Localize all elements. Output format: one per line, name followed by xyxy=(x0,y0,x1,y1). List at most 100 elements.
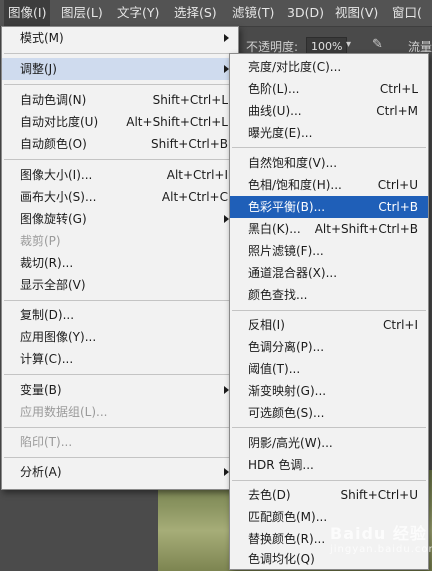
menu-item-label: 匹配颜色(M)... xyxy=(248,510,328,524)
menu-item-gradient-map[interactable]: 渐变映射(G)... xyxy=(230,380,428,402)
menu-item-label: 去色(D) xyxy=(248,488,291,502)
menu-item-label: 照片滤镜(F)... xyxy=(248,244,324,258)
menu-item-exposure[interactable]: 曝光度(E)... xyxy=(230,122,428,144)
menu-item-label: 自动颜色(O) xyxy=(20,137,87,151)
menu-item-label: 可选颜色(S)... xyxy=(248,406,325,420)
menu-item-auto-color[interactable]: 自动颜色(O) Shift+Ctrl+B xyxy=(2,133,238,155)
menu-item-label: 自动色调(N) xyxy=(20,93,87,107)
menu-item-label: 色相/饱和度(H)... xyxy=(248,178,342,192)
menu-item-adjust[interactable]: 调整(J) xyxy=(2,58,238,80)
menu-item-label: 反相(I) xyxy=(248,318,285,332)
divider xyxy=(232,310,426,311)
menu-shortcut: Alt+Ctrl+I xyxy=(166,168,228,182)
divider xyxy=(4,84,236,85)
menu-item-label: 显示全部(V) xyxy=(20,278,86,292)
menu-item-selective-color[interactable]: 可选颜色(S)... xyxy=(230,402,428,424)
menu-item-canvas-size[interactable]: 画布大小(S)... Alt+Ctrl+C xyxy=(2,186,238,208)
menu-item-label: 调整(J) xyxy=(20,62,57,76)
menu-shortcut: Ctrl+M xyxy=(376,104,418,118)
menu-item-trap: 陷印(T)... xyxy=(2,431,238,453)
menu-item-reveal-all[interactable]: 显示全部(V) xyxy=(2,274,238,296)
menu-type[interactable]: 文字(Y) xyxy=(113,0,163,26)
menu-item-label: 渐变映射(G)... xyxy=(248,384,327,398)
menu-item-hdr-toning[interactable]: HDR 色调... xyxy=(230,454,428,476)
menu-item-hue-saturation[interactable]: 色相/饱和度(H)... Ctrl+U xyxy=(230,174,428,196)
menu-3d[interactable]: 3D(D) xyxy=(283,0,328,26)
menu-item-label: 曝光度(E)... xyxy=(248,126,313,140)
divider xyxy=(232,427,426,428)
menu-item-label: 复制(D)... xyxy=(20,308,75,322)
menu-shortcut: Ctrl+B xyxy=(378,200,418,214)
menu-shortcut: Alt+Shift+Ctrl+B xyxy=(314,222,418,236)
menu-item-trim[interactable]: 裁切(R)... xyxy=(2,252,238,274)
menu-shortcut: Alt+Shift+Ctrl+L xyxy=(126,115,228,129)
menu-item-label: 模式(M) xyxy=(20,31,64,45)
menu-item-label: 通道混合器(X)... xyxy=(248,266,338,280)
menu-item-label: 裁切(R)... xyxy=(20,256,74,270)
submenu-arrow-icon xyxy=(224,34,229,42)
menu-window[interactable]: 窗口( xyxy=(388,0,426,26)
menu-item-label: 自动对比度(U) xyxy=(20,115,99,129)
menu-item-label: 颜色查找... xyxy=(248,288,308,302)
chevron-down-icon[interactable]: ▾ xyxy=(346,39,351,50)
menu-item-invert[interactable]: 反相(I) Ctrl+I xyxy=(230,314,428,336)
menu-item-color-balance[interactable]: 色彩平衡(B)... Ctrl+B xyxy=(230,196,428,218)
menu-item-label: 陷印(T)... xyxy=(20,435,73,449)
menu-item-label: HDR 色调... xyxy=(248,458,314,472)
menu-item-label: 变量(B) xyxy=(20,383,62,397)
menu-item-threshold[interactable]: 阈值(T)... xyxy=(230,358,428,380)
menu-item-label: 图像大小(I)... xyxy=(20,168,93,182)
menu-item-label: 色调均化(Q) xyxy=(248,552,315,566)
menu-select[interactable]: 选择(S) xyxy=(170,0,221,26)
menu-shortcut: Alt+Ctrl+C xyxy=(161,190,228,204)
menu-item-image-rotation[interactable]: 图像旋转(G) xyxy=(2,208,238,230)
menu-item-vibrance[interactable]: 自然饱和度(V)... xyxy=(230,152,428,174)
menu-item-black-white[interactable]: 黑白(K)... Alt+Shift+Ctrl+B xyxy=(230,218,428,240)
menu-item-image-size[interactable]: 图像大小(I)... Alt+Ctrl+I xyxy=(2,164,238,186)
menu-item-apply-image[interactable]: 应用图像(Y)... xyxy=(2,326,238,348)
menu-item-label: 阴影/高光(W)... xyxy=(248,436,333,450)
menu-item-label: 色阶(L)... xyxy=(248,82,300,96)
menu-item-label: 色调分离(P)... xyxy=(248,340,325,354)
watermark-text: Baidu 经验 xyxy=(330,524,427,543)
watermark: Baidu 经验 jingyan.baidu.com xyxy=(330,520,432,555)
menu-item-label: 计算(C)... xyxy=(20,352,74,366)
menu-item-channel-mixer[interactable]: 通道混合器(X)... xyxy=(230,262,428,284)
menu-item-calculations[interactable]: 计算(C)... xyxy=(2,348,238,370)
menu-item-label: 裁剪(P) xyxy=(20,234,61,248)
menu-item-label: 黑白(K)... xyxy=(248,222,301,236)
menu-item-label: 应用数据组(L)... xyxy=(20,405,108,419)
menu-item-variables[interactable]: 变量(B) xyxy=(2,379,238,401)
menu-bar: 图像(I) 图层(L) 文字(Y) 选择(S) 滤镜(T) 3D(D) 视图(V… xyxy=(0,0,432,27)
divider xyxy=(4,53,236,54)
menu-item-auto-tone[interactable]: 自动色调(N) Shift+Ctrl+L xyxy=(2,89,238,111)
menu-item-curves[interactable]: 曲线(U)... Ctrl+M xyxy=(230,100,428,122)
menu-layer[interactable]: 图层(L) xyxy=(57,0,107,26)
menu-item-shadows-highlights[interactable]: 阴影/高光(W)... xyxy=(230,432,428,454)
menu-item-label: 替换颜色(R)... xyxy=(248,532,326,546)
menu-item-posterize[interactable]: 色调分离(P)... xyxy=(230,336,428,358)
menu-item-photo-filter[interactable]: 照片滤镜(F)... xyxy=(230,240,428,262)
menu-item-label: 色彩平衡(B)... xyxy=(248,200,326,214)
menu-view[interactable]: 视图(V) xyxy=(331,0,382,26)
menu-item-duplicate[interactable]: 复制(D)... xyxy=(2,304,238,326)
image-menu: 模式(M) 调整(J) 自动色调(N) Shift+Ctrl+L 自动对比度(U)… xyxy=(1,26,239,490)
menu-item-analysis[interactable]: 分析(A) xyxy=(2,461,238,483)
menu-item-label: 阈值(T)... xyxy=(248,362,301,376)
menu-item-color-lookup[interactable]: 颜色查找... xyxy=(230,284,428,306)
menu-item-desaturate[interactable]: 去色(D) Shift+Ctrl+U xyxy=(230,484,428,506)
menu-shortcut: Shift+Ctrl+B xyxy=(151,137,228,151)
menu-filter[interactable]: 滤镜(T) xyxy=(228,0,278,26)
menu-shortcut: Shift+Ctrl+L xyxy=(152,93,228,107)
menu-item-levels[interactable]: 色阶(L)... Ctrl+L xyxy=(230,78,428,100)
divider xyxy=(232,480,426,481)
menu-item-label: 画布大小(S)... xyxy=(20,190,97,204)
menu-item-mode[interactable]: 模式(M) xyxy=(2,27,238,49)
menu-item-label: 分析(A) xyxy=(20,465,62,479)
menu-item-label: 自然饱和度(V)... xyxy=(248,156,338,170)
divider xyxy=(232,147,426,148)
menu-item-brightness-contrast[interactable]: 亮度/对比度(C)... xyxy=(230,56,428,78)
menu-image[interactable]: 图像(I) xyxy=(4,0,51,26)
menu-item-auto-contrast[interactable]: 自动对比度(U) Alt+Shift+Ctrl+L xyxy=(2,111,238,133)
pressure-icon[interactable]: ✎ xyxy=(372,37,383,52)
